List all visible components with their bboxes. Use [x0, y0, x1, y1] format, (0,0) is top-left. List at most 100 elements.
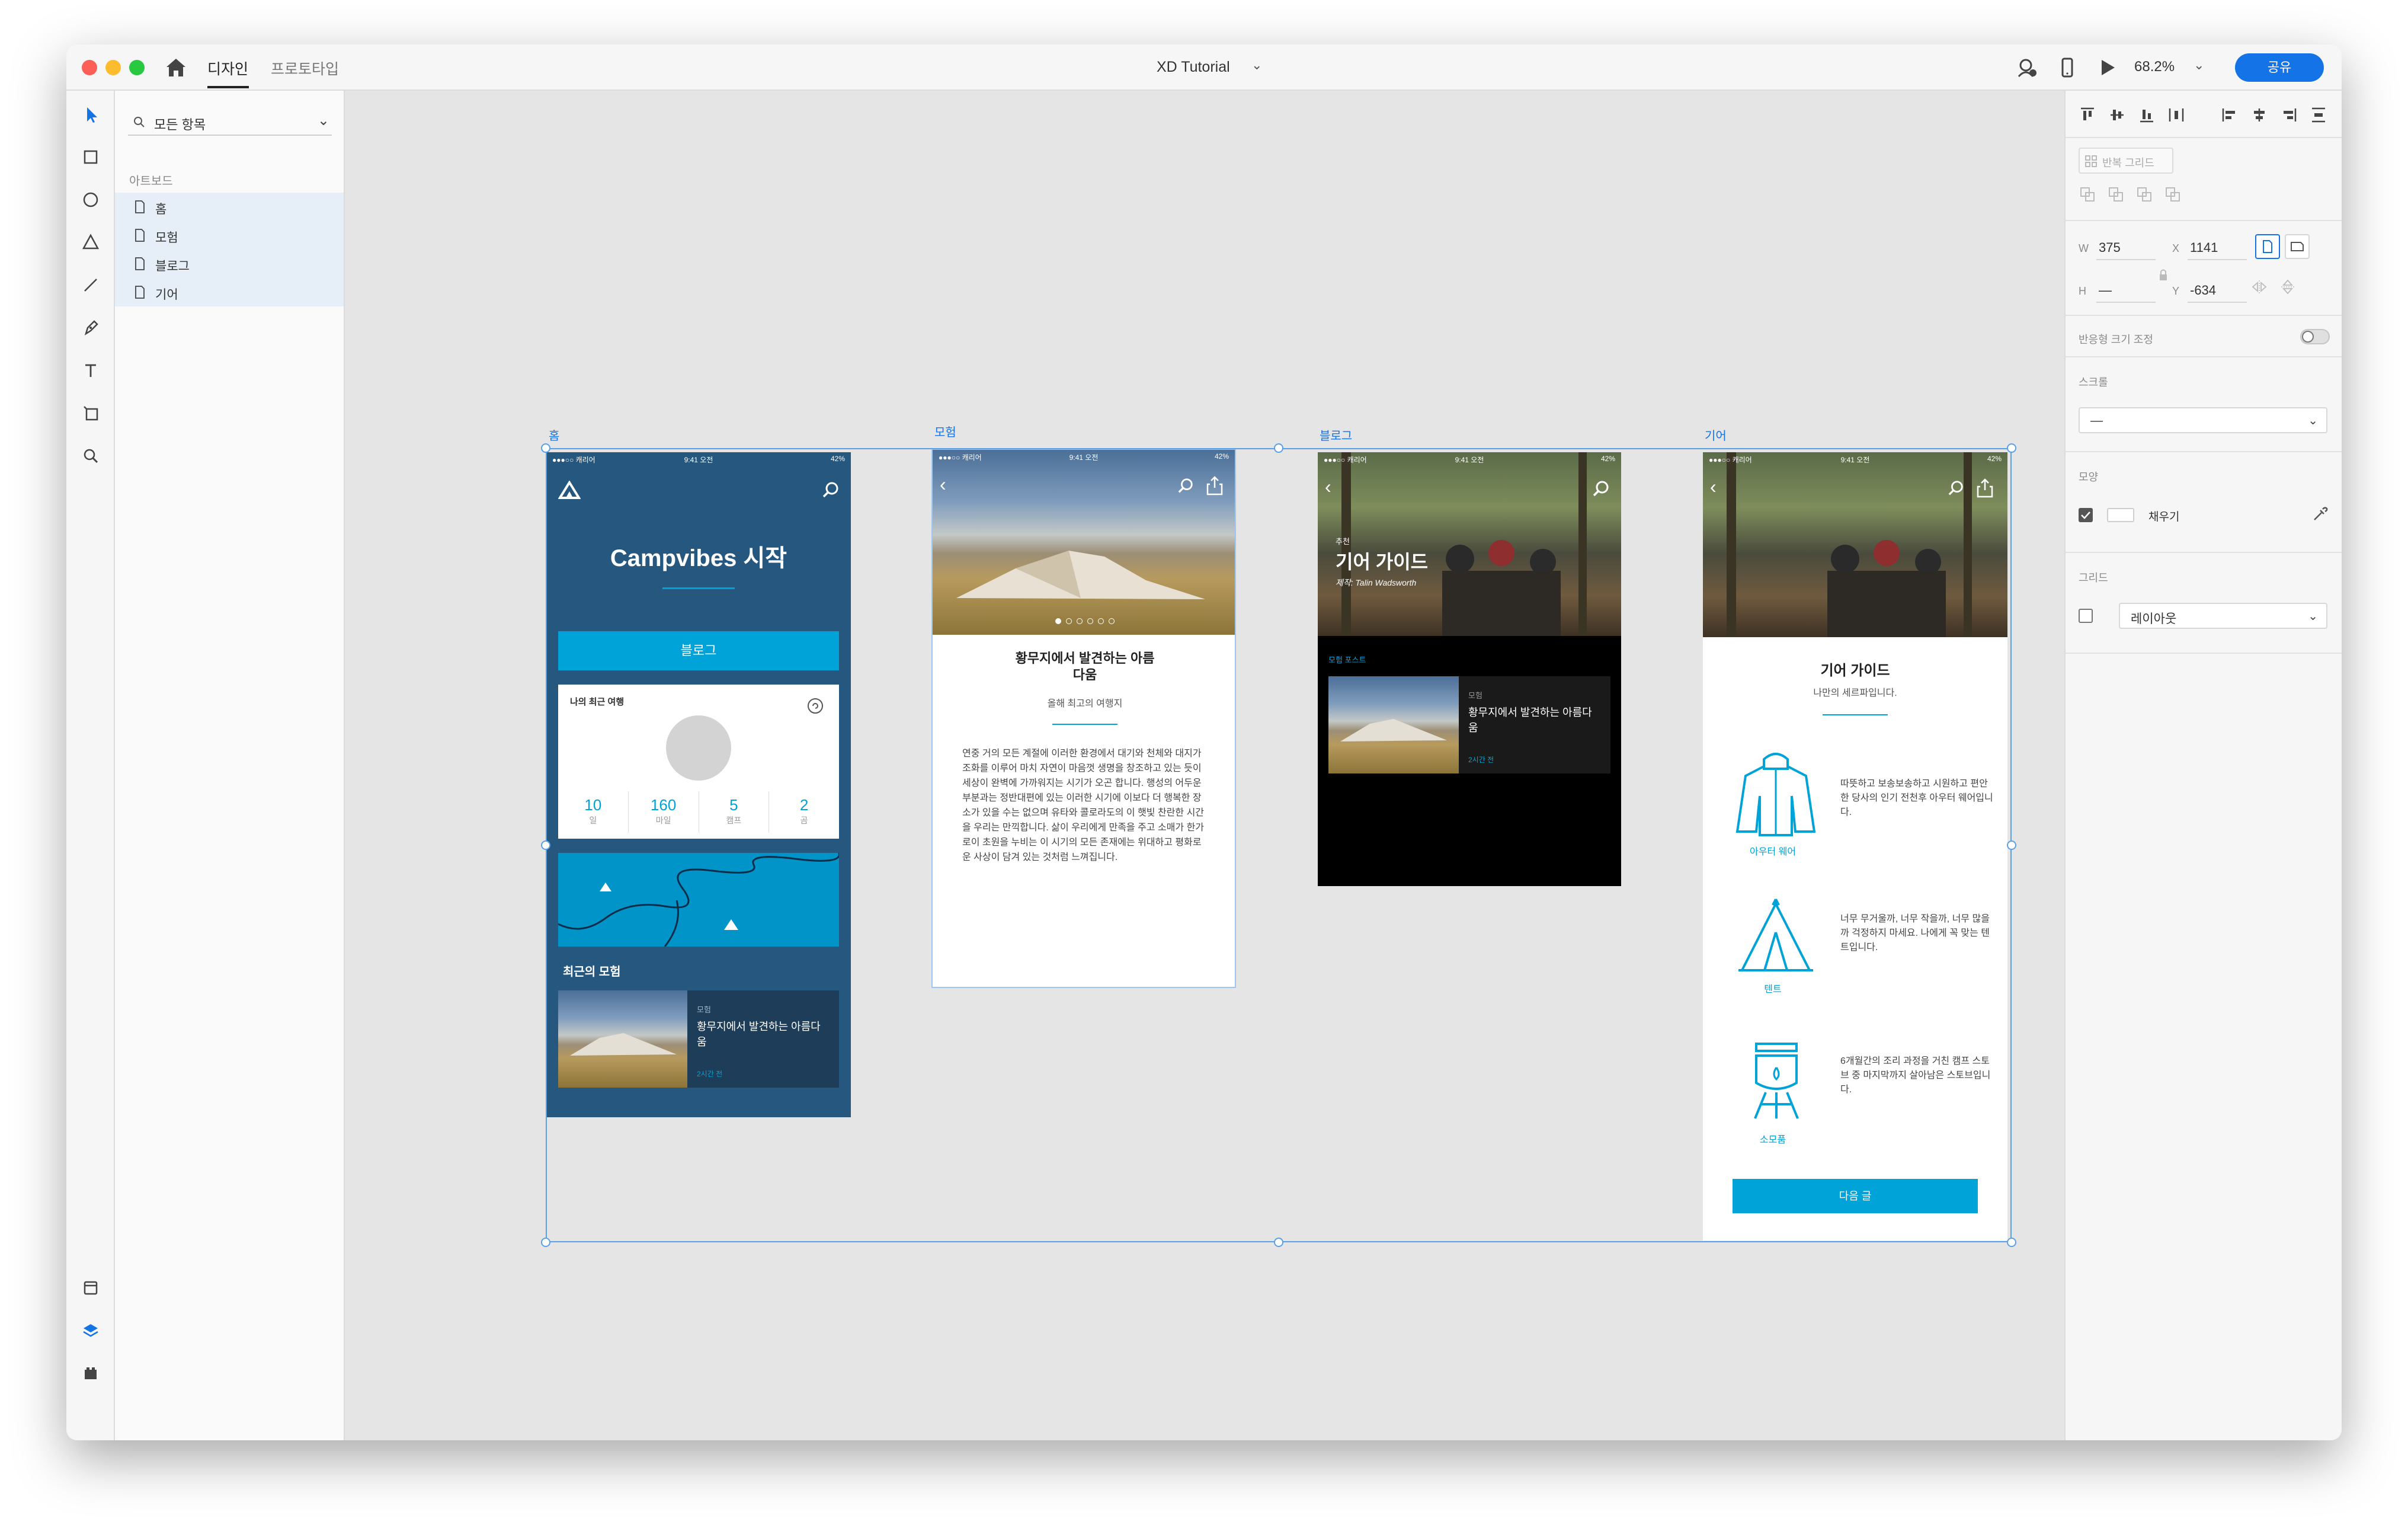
- y-underline: [2188, 302, 2247, 303]
- width-underline: [2096, 259, 2156, 260]
- boolean-subtract-icon[interactable]: [2107, 186, 2125, 203]
- layer-item-gear[interactable]: 기어: [115, 278, 344, 306]
- rectangle-tool-icon[interactable]: [79, 145, 103, 169]
- line-tool-icon[interactable]: [79, 273, 103, 297]
- text-tool-icon[interactable]: [79, 359, 103, 382]
- artboard-label-gear[interactable]: 기어: [1705, 426, 1727, 443]
- share-button[interactable]: 공유: [2235, 53, 2324, 82]
- artboard-label-adventure[interactable]: 모험: [934, 423, 956, 440]
- fill-checkbox[interactable]: [2079, 508, 2093, 522]
- selection-bounds[interactable]: [546, 448, 2012, 1242]
- layer-label: 모험: [155, 231, 178, 245]
- pen-tool-icon[interactable]: [79, 316, 103, 340]
- chevron-down-icon: ⌄: [2308, 610, 2318, 623]
- resize-handle[interactable]: [2007, 1238, 2016, 1247]
- appearance-section: 모양 채우기: [2066, 452, 2342, 553]
- layers-panel-icon[interactable]: [79, 1319, 103, 1342]
- artboard-label-blog[interactable]: 블로그: [1320, 426, 1352, 443]
- play-icon[interactable]: [2096, 56, 2118, 79]
- grid-section: 그리드 레이아웃 ⌄: [2066, 553, 2342, 654]
- resize-handle[interactable]: [1274, 1238, 1283, 1247]
- layer-item-adventure[interactable]: 모험: [115, 221, 344, 250]
- design-canvas[interactable]: 홈 모험 블로그 기어 ●●●○○ 캐리어 9:41 오전 42% Campvi…: [345, 91, 2064, 1440]
- resize-handle[interactable]: [541, 443, 550, 453]
- boolean-add-icon[interactable]: [2079, 186, 2096, 203]
- artboard-tool-icon[interactable]: [79, 401, 103, 425]
- checkmark-icon: [2081, 512, 2090, 519]
- portrait-orientation-button[interactable]: [2255, 234, 2280, 259]
- maximize-window-button[interactable]: [129, 60, 145, 75]
- y-label: Y: [2172, 285, 2180, 297]
- align-top-icon[interactable]: [2079, 106, 2096, 124]
- eyedropper-icon[interactable]: [2311, 506, 2329, 523]
- resize-handle[interactable]: [541, 840, 550, 850]
- repeat-grid-label: 반복 그리드: [2102, 157, 2154, 169]
- layers-heading: 아트보드: [129, 175, 173, 188]
- appearance-label: 모양: [2079, 471, 2099, 483]
- distribute-vertical-icon[interactable]: [2310, 106, 2327, 124]
- align-bottom-icon[interactable]: [2138, 106, 2156, 124]
- plugins-icon[interactable]: [79, 1361, 103, 1385]
- chevron-down-icon[interactable]: ⌄: [1251, 57, 1262, 73]
- document-title[interactable]: XD Tutorial: [1157, 59, 1230, 76]
- repeat-grid-button[interactable]: 반복 그리드: [2079, 148, 2173, 174]
- boolean-intersect-icon[interactable]: [2135, 186, 2153, 203]
- flip-vertical-icon[interactable]: [2279, 278, 2297, 296]
- transform-section: W 375 X 1141 H — Y -634: [2066, 221, 2342, 316]
- tab-design[interactable]: 디자인: [207, 57, 248, 79]
- assets-panel-icon[interactable]: [79, 1276, 103, 1300]
- grid-type-value: 레이아웃: [2131, 612, 2177, 626]
- flip-horizontal-icon[interactable]: [2250, 278, 2268, 296]
- tools-toolbar: [66, 91, 115, 1440]
- ellipse-tool-icon[interactable]: [79, 188, 103, 212]
- scroll-label: 스크롤: [2079, 376, 2108, 388]
- device-preview-icon[interactable]: [2056, 56, 2079, 79]
- landscape-orientation-button[interactable]: [2285, 234, 2310, 259]
- layers-filter[interactable]: 모든 항목 ⌄: [128, 108, 332, 136]
- layer-item-blog[interactable]: 블로그: [115, 250, 344, 278]
- scroll-section: 스크롤 — ⌄: [2066, 357, 2342, 452]
- resize-handle[interactable]: [1274, 443, 1283, 453]
- align-left-icon[interactable]: [2221, 106, 2239, 124]
- x-field[interactable]: 1141: [2190, 240, 2218, 255]
- align-center-icon[interactable]: [2250, 106, 2268, 124]
- y-field[interactable]: -634: [2190, 283, 2216, 298]
- user-icon[interactable]: [2016, 56, 2038, 79]
- align-right-icon[interactable]: [2280, 106, 2298, 124]
- grid-type-select[interactable]: 레이아웃 ⌄: [2119, 603, 2327, 629]
- tab-prototype[interactable]: 프로토타입: [271, 57, 339, 79]
- responsive-resize-label: 반응형 크기 조정: [2079, 334, 2153, 346]
- distribute-horizontal-icon[interactable]: [2167, 106, 2185, 124]
- property-inspector: 반복 그리드 W 375 X 1141 H — Y -634 반응형 크기 조정…: [2064, 91, 2342, 1440]
- boolean-exclude-icon[interactable]: [2164, 186, 2182, 203]
- scroll-select-value: —: [2090, 414, 2103, 427]
- fill-swatch[interactable]: [2107, 508, 2134, 522]
- polygon-tool-icon[interactable]: [79, 231, 103, 254]
- align-middle-icon[interactable]: [2108, 106, 2126, 124]
- resize-handle[interactable]: [2007, 840, 2016, 850]
- responsive-resize-toggle[interactable]: [2300, 329, 2330, 344]
- zoom-tool-icon[interactable]: [79, 444, 103, 468]
- home-icon[interactable]: [164, 56, 188, 79]
- select-tool-icon[interactable]: [79, 103, 103, 126]
- layers-panel: 모든 항목 ⌄ 아트보드 홈 모험 블로그 기어: [115, 91, 345, 1440]
- artboard-icon: [135, 257, 145, 270]
- artboard-label-home[interactable]: 홈: [549, 426, 559, 443]
- layer-item-home[interactable]: 홈: [115, 193, 344, 221]
- search-icon: [134, 117, 145, 127]
- scroll-select[interactable]: — ⌄: [2079, 407, 2327, 433]
- close-window-button[interactable]: [82, 60, 97, 75]
- app-window: 디자인 프로토타입 XD Tutorial ⌄ 68.2% ⌄ 공유 모든 항목…: [66, 44, 2342, 1440]
- width-field[interactable]: 375: [2099, 240, 2121, 255]
- layer-label: 블로그: [155, 260, 190, 273]
- zoom-chevron-icon[interactable]: ⌄: [2194, 57, 2204, 73]
- resize-handle[interactable]: [2007, 443, 2016, 453]
- grid-checkbox[interactable]: [2079, 609, 2093, 623]
- resize-handle[interactable]: [541, 1238, 550, 1247]
- chevron-down-icon[interactable]: ⌄: [318, 112, 329, 129]
- height-underline: [2096, 302, 2156, 303]
- lock-aspect-icon[interactable]: [2158, 267, 2169, 283]
- zoom-level[interactable]: 68.2%: [2134, 59, 2175, 75]
- height-field[interactable]: —: [2099, 283, 2112, 298]
- minimize-window-button[interactable]: [105, 60, 121, 75]
